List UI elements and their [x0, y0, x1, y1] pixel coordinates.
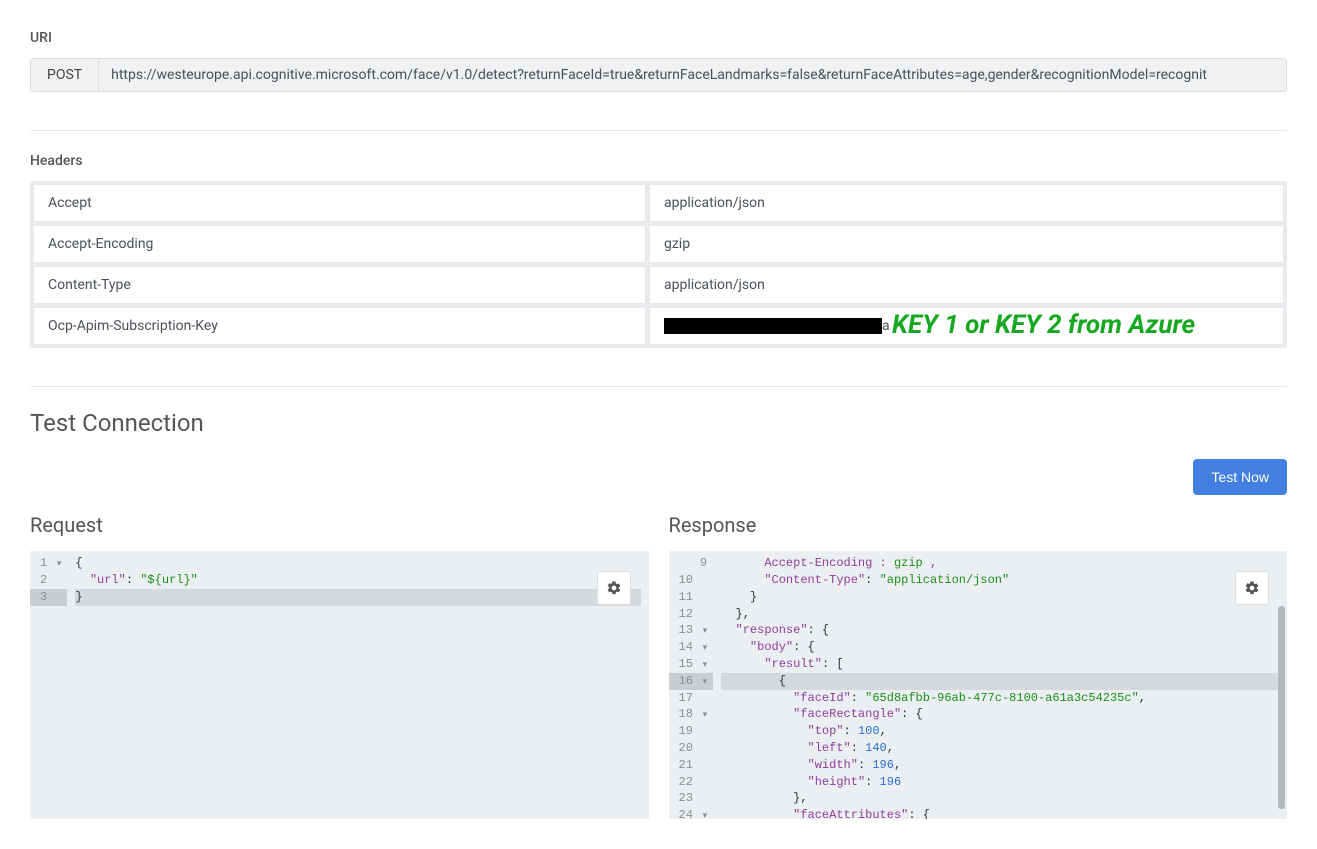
request-title: Request — [30, 513, 649, 537]
gear-icon[interactable] — [597, 571, 631, 605]
request-editor[interactable]: 1 ▾2 3 { "url": "${url}"} — [30, 551, 649, 819]
key-annotation: KEY 1 or KEY 2 from Azure — [892, 310, 1195, 340]
header-key-input[interactable]: Ocp-Apim-Subscription-Key — [33, 307, 646, 345]
header-key-input[interactable]: Content-Type — [33, 266, 646, 304]
header-row: Ocp-Apim-Subscription-Key a KEY 1 or KEY… — [33, 307, 1284, 345]
response-title: Response — [669, 513, 1288, 537]
response-editor[interactable]: 910 11 12 13 ▾14 ▾15 ▾16 ▾17 18 ▾19 20 2… — [669, 551, 1288, 819]
request-panel: Request 1 ▾2 3 { "url": "${url}"} — [30, 513, 649, 819]
response-panel: Response 910 11 12 13 ▾14 ▾15 ▾16 ▾17 18… — [669, 513, 1288, 819]
redacted-key — [664, 318, 882, 334]
divider — [30, 386, 1287, 387]
header-value-input[interactable]: a KEY 1 or KEY 2 from Azure — [649, 307, 1284, 345]
headers-table: Accept application/json Accept-Encoding … — [30, 181, 1287, 348]
uri-input[interactable]: https://westeurope.api.cognitive.microso… — [99, 59, 1286, 91]
header-value-input[interactable]: application/json — [649, 184, 1284, 222]
header-value-input[interactable]: application/json — [649, 266, 1284, 304]
scrollbar[interactable] — [1278, 606, 1285, 809]
test-connection-title: Test Connection — [30, 409, 1287, 437]
test-now-button[interactable]: Test Now — [1193, 459, 1287, 495]
header-row: Content-Type application/json — [33, 266, 1284, 304]
header-row: Accept application/json — [33, 184, 1284, 222]
key-suffix: a — [882, 318, 890, 334]
header-value-input[interactable]: gzip — [649, 225, 1284, 263]
gear-icon[interactable] — [1235, 571, 1269, 605]
http-method: POST — [31, 59, 99, 91]
headers-label: Headers — [30, 153, 1287, 169]
header-row: Accept-Encoding gzip — [33, 225, 1284, 263]
divider — [30, 130, 1287, 131]
uri-label: URI — [30, 30, 1287, 46]
header-key-input[interactable]: Accept — [33, 184, 646, 222]
header-key-input[interactable]: Accept-Encoding — [33, 225, 646, 263]
uri-row: POST https://westeurope.api.cognitive.mi… — [30, 58, 1287, 92]
